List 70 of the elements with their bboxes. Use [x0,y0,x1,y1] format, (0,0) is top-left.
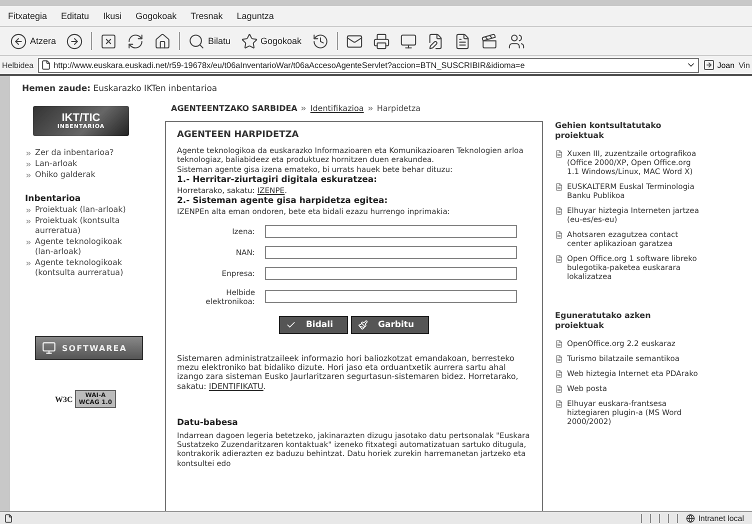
input-field[interactable] [265,290,517,304]
chevrons-icon [366,105,374,112]
toolbar-button[interactable]: Bilatu [186,32,233,50]
input-field[interactable] [265,224,517,238]
input-field[interactable] [265,266,517,280]
toolbar-button[interactable]: Gogokoak [238,32,304,50]
chevrons-icon [25,239,32,246]
list-heading: Gehien kontsultatutako proiektuak [555,121,662,141]
menu-item[interactable]: Laguntza [236,11,274,21]
menu-item[interactable]: Ikusi [103,11,122,21]
step-title: 1.- Herritar-ziurtagiri digitala eskuratzea: [177,176,378,186]
star-icon [240,32,258,50]
step-title: 2.- Sisteman agente gisa harpidetza egitea: [177,197,389,206]
back-icon [10,32,27,50]
document-icon [555,183,563,191]
form-title: AGENTEEN HARPIDETZA [177,131,300,140]
document-icon [555,340,563,348]
menu-item[interactable]: Tresnak [190,11,223,21]
chevrons-icon [25,207,32,214]
breadcrumb-current: AGENTEENTZAKO SARBIDEA [171,104,298,113]
input-field[interactable] [265,246,517,259]
document-icon [555,231,563,239]
address-label: Helbidea [2,60,34,70]
breadcrumb-item: Harpidetza [376,104,421,113]
document-icon [555,255,563,263]
security-zone: Intranet local [686,514,744,522]
location-text: Hemen zaude: Euskarazko IKTen inbentarioa [21,83,218,96]
menu-item[interactable]: Editatu [61,11,90,21]
sidebar-link[interactable]: Agente teknologikoak (lan-arloak) [25,237,137,257]
sidebar-link[interactable]: Proiektuak (kontsulta aurreratua) [25,216,137,236]
monitor-icon [42,341,56,355]
section-title: Inbentarioa [25,194,82,204]
chevrons-icon [25,260,32,267]
menu-item[interactable]: Fitxategia [8,11,48,21]
chevrons-icon [25,161,32,168]
page-icon [4,514,13,522]
sidebar-link[interactable]: Proiektuak (lan-arloak) [25,205,137,215]
note-text: Sistemaren administratzaileek informazio hori baliozkotzat emandakoan, berresteko mezu elektroniko bat bidaliko dizute. Hori jaso eta orduantxetik aurrera sartu ahal izango zara sisteman Eusko Jaurlaritzaren segurtasun-sistemaren bidez. Horretarako, sakatu: IDENTIFIKATU. [177,354,520,391]
chevrons-icon [25,218,32,225]
software-banner[interactable]: SOFTWAREA [35,336,143,360]
go-button[interactable]: Joan [703,59,735,71]
globe-icon [686,514,696,522]
toolbar-button[interactable]: Atzera [8,32,58,50]
sidebar-link[interactable]: Ohiko galderak [25,170,137,180]
sidebar-link[interactable]: Agente teknologikoak (kontsulta aurreratua) [25,258,137,278]
breadcrumb-link[interactable]: Identifikazioa [310,104,364,113]
privacy-title: Datu-babesa [177,418,239,428]
brush-icon [358,320,368,330]
document-icon [555,370,563,378]
go-icon [703,59,716,71]
document-icon [555,355,563,363]
check-icon [286,320,296,330]
submit-button[interactable]: Bidali [278,316,348,334]
menu-item[interactable]: Gogokoak [136,11,177,21]
page-icon [40,60,51,70]
sidebar-link[interactable]: Zer da inbentarioa? [25,148,137,158]
document-icon [555,207,563,215]
chevrons-icon [25,172,32,179]
identify-link[interactable]: IDENTIFIKATU [208,382,264,391]
search-icon [188,32,206,50]
document-icon [555,400,563,408]
chevrons-icon [25,150,32,157]
reset-button[interactable]: Garbitu [351,316,430,334]
sidebar-link[interactable]: Lan-arloak [25,159,137,169]
document-icon [555,150,563,158]
document-icon [555,385,563,393]
links-label[interactable]: Vin [738,60,750,70]
list-heading: Eguneratutako azken proiektuak [555,311,652,331]
address-field[interactable]: http://www.euskara.euskadi.net/r59-19678x/eu/t06aInventarioWar/t06aAccesoAgenteServlet?accion=BTN_SUSCRIBIR&idioma=e [38,58,700,72]
chevrons-icon [300,105,308,112]
